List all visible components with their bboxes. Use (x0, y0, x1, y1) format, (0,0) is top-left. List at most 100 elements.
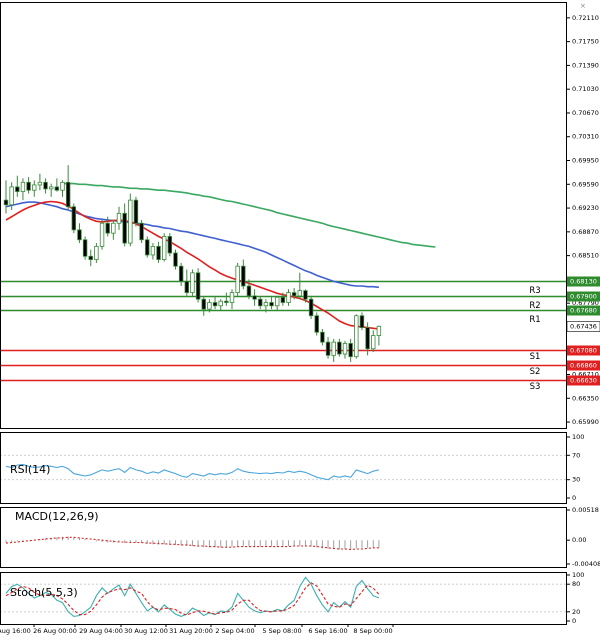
candle-body (286, 292, 291, 303)
level-price-label-s3: 0.66630 (570, 377, 597, 385)
candle-body (331, 341, 336, 356)
price-tick-label: 0.72110 (572, 14, 599, 22)
candle-body (235, 265, 240, 294)
macd-tick-label: -0.00408 (572, 560, 600, 568)
candle-body (297, 290, 302, 297)
candle-body (269, 302, 274, 307)
price-tick-label: 0.71750 (572, 38, 599, 46)
price-tick-label: 0.68510 (572, 252, 599, 260)
candle-body (20, 181, 26, 192)
candle-body (60, 181, 65, 191)
candle-body (116, 212, 122, 224)
candle-body (156, 245, 161, 260)
price-tick-label: 0.71390 (572, 61, 599, 69)
level-name-s3: S3 (530, 382, 541, 392)
candle-body (359, 315, 365, 329)
price-tick-label: 0.65990 (572, 418, 599, 426)
candle-body (354, 315, 359, 358)
rsi-tick-label: 30 (572, 476, 580, 484)
macd-title: MACD(12,26,9) (15, 510, 99, 523)
stoch-tick-label: 0 (572, 617, 576, 625)
candle-body (314, 315, 319, 333)
stoch-tick-label: 100 (572, 571, 584, 579)
candle-body (82, 239, 88, 257)
candle-body (139, 222, 144, 241)
time-tick-label: Aug 16:00 (0, 627, 31, 635)
time-tick-label: 5 Sep 08:00 (262, 627, 301, 635)
candle-body (145, 239, 150, 256)
price-tick-label: 0.69230 (572, 204, 599, 212)
candle-body (325, 341, 331, 356)
candle-body (212, 302, 218, 307)
macd-tick-label: 0.00 (572, 536, 586, 544)
rsi-tick-label: 100 (572, 433, 584, 441)
candle-body (320, 331, 325, 343)
candle-body (49, 186, 54, 190)
stoch-tick-label: 20 (572, 608, 580, 616)
time-tick-label: 2 Sep 04:00 (215, 627, 254, 635)
candle-body (258, 298, 263, 307)
candle-body (376, 325, 382, 336)
candle-body (308, 298, 314, 317)
level-name-r1: R1 (529, 315, 540, 325)
stoch-tick-label: 80 (572, 580, 580, 588)
forex-chart: 0.72110 0.71750 0.71390 0.71030 0.70670 0.703… (0, 0, 600, 639)
level-name-r3: R3 (529, 286, 540, 296)
candle-body (105, 222, 110, 234)
candle-body (342, 343, 348, 355)
candle-body (348, 343, 353, 358)
rsi-tick-label: 70 (572, 451, 580, 459)
candle-body (195, 272, 201, 300)
candle-body (274, 296, 280, 307)
candle-body (15, 186, 20, 192)
candle-body (9, 186, 14, 206)
candle-body (280, 296, 286, 303)
price-tick-label: 0.69950 (572, 157, 599, 165)
candle-body (99, 222, 105, 247)
candle-body (167, 236, 173, 254)
close-icon: × (580, 2, 586, 10)
current-price-label: 0.67436 (570, 323, 597, 331)
level-name-s1: S1 (530, 352, 541, 362)
price-tick-label: 0.70670 (572, 109, 599, 117)
level-price-label-s1: 0.67080 (570, 347, 597, 355)
level-price-label-r2: 0.67900 (570, 293, 597, 301)
candle-body (190, 272, 195, 294)
candle-body (184, 280, 189, 294)
time-tick-label: 29 Aug 04:00 (79, 627, 123, 635)
rsi-title: RSI(14) (10, 463, 50, 476)
level-name-r2: R2 (529, 301, 540, 311)
candle-body (263, 302, 269, 307)
window-frame: × (580, 2, 586, 10)
candle-body (291, 292, 297, 297)
candle-body (229, 292, 235, 303)
candle-body (178, 265, 184, 282)
price-tick-label: 0.69590 (572, 180, 599, 188)
candle-body (77, 229, 82, 241)
candle-body (252, 295, 257, 300)
candle-body (43, 181, 48, 190)
candle-body (54, 186, 60, 191)
candle-body (122, 212, 127, 244)
candle-body (371, 335, 376, 350)
candle-body (207, 302, 212, 310)
time-tick-label: 26 Aug 00:00 (33, 627, 77, 635)
candle-body (365, 327, 370, 350)
candle-body (133, 199, 139, 224)
candle-body (303, 290, 308, 300)
candle-body (241, 265, 246, 287)
level-price-label-r3: 0.68130 (570, 278, 597, 286)
time-tick-label: 30 Aug 12:00 (124, 627, 168, 635)
candle-body (150, 245, 156, 256)
candle-body (65, 181, 71, 208)
macd-tick-label: 0.00518 (572, 506, 599, 514)
candle-body (71, 206, 76, 231)
price-tick-label: 0.66350 (572, 394, 599, 402)
price-tick-label: 0.71030 (572, 85, 599, 93)
time-tick-label: 31 Aug 20:00 (169, 627, 213, 635)
price-tick-label: 0.70310 (572, 133, 599, 141)
candle-body (3, 199, 9, 206)
candle-body (337, 341, 342, 355)
candle-body (201, 298, 206, 310)
price-tick-label: 0.68870 (572, 228, 599, 236)
